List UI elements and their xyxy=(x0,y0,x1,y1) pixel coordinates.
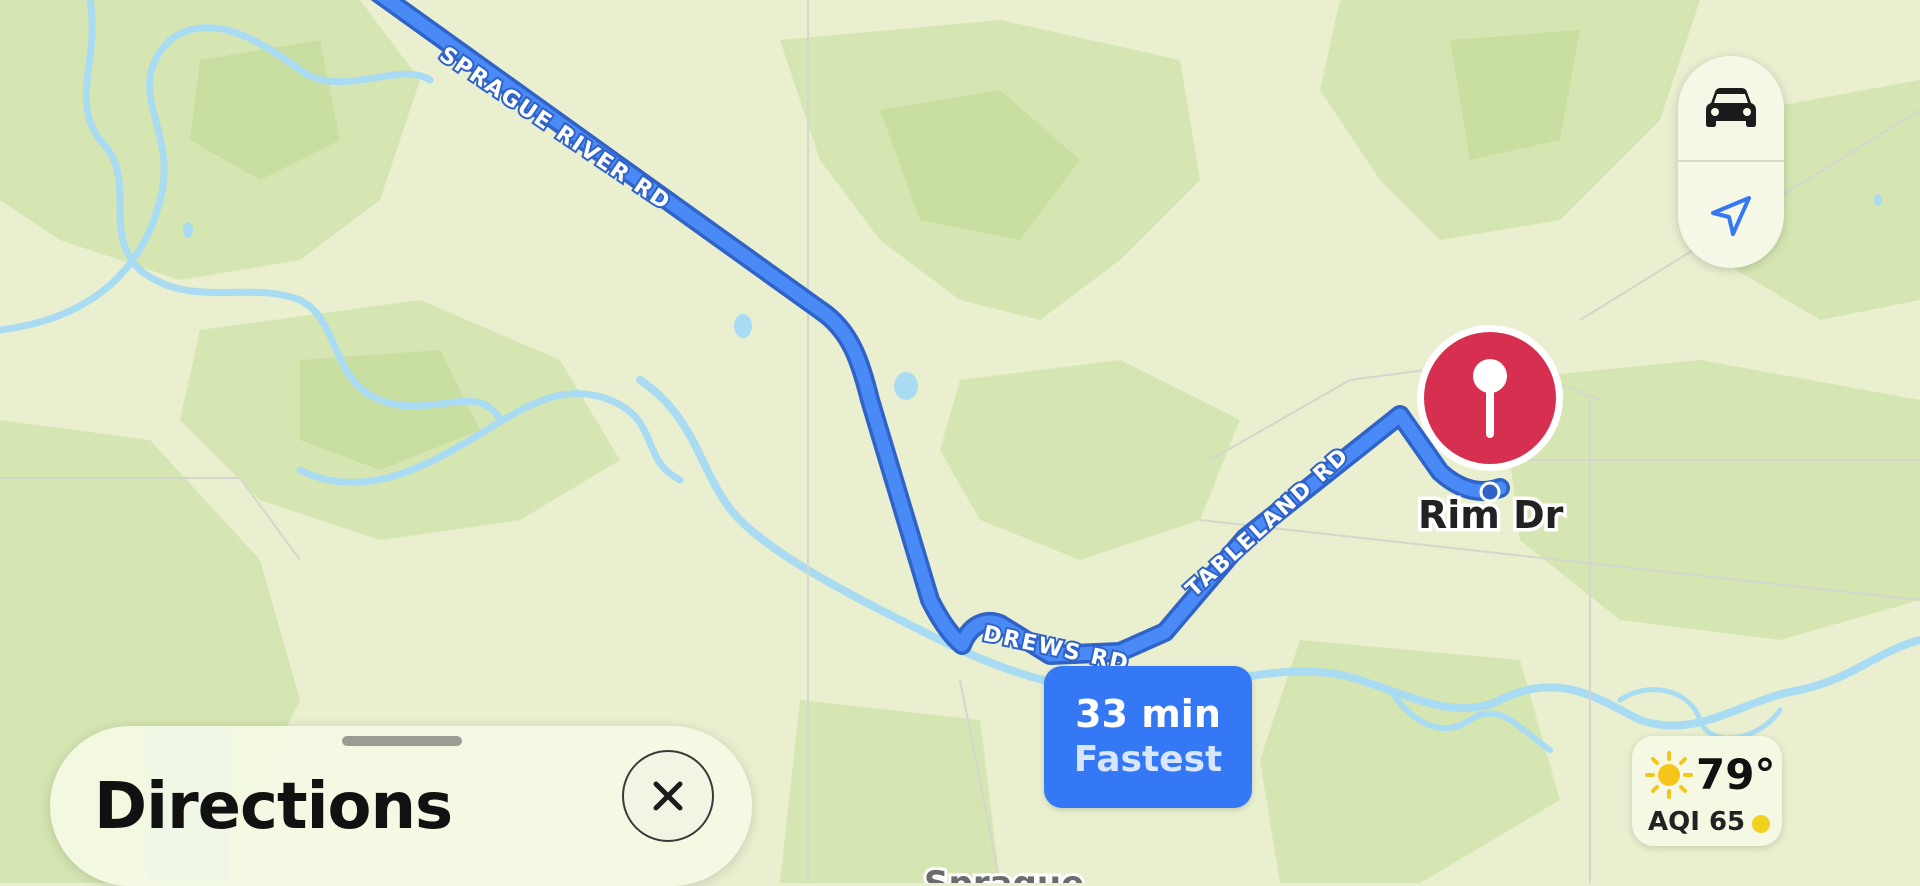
panel-title: Directions xyxy=(94,770,453,844)
close-button[interactable] xyxy=(622,750,714,842)
car-icon xyxy=(1706,88,1756,127)
drive-mode-button[interactable] xyxy=(1678,56,1784,160)
directions-sheet[interactable]: Directions xyxy=(50,726,752,886)
town-label: Sprague xyxy=(924,864,1084,883)
destination-label: Rim Dr xyxy=(1418,493,1564,537)
close-icon xyxy=(653,781,683,811)
location-arrow-icon xyxy=(1711,196,1751,236)
map-controls xyxy=(1678,56,1784,268)
aqi-indicator-dot xyxy=(1752,815,1770,833)
route-label: Fastest xyxy=(1073,739,1223,780)
controls-divider xyxy=(1678,160,1784,162)
temperature: 79° xyxy=(1696,750,1776,799)
aqi-value: AQI 65 xyxy=(1648,807,1746,837)
route-time-bubble[interactable]: 33 min Fastest xyxy=(1044,666,1252,808)
sheet-grabber[interactable] xyxy=(342,736,462,746)
sun-icon xyxy=(1645,751,1693,799)
current-location-button[interactable] xyxy=(1678,164,1784,268)
route-time: 33 min xyxy=(1075,692,1221,736)
weather-widget[interactable]: 79° AQI 65 xyxy=(1632,736,1782,846)
